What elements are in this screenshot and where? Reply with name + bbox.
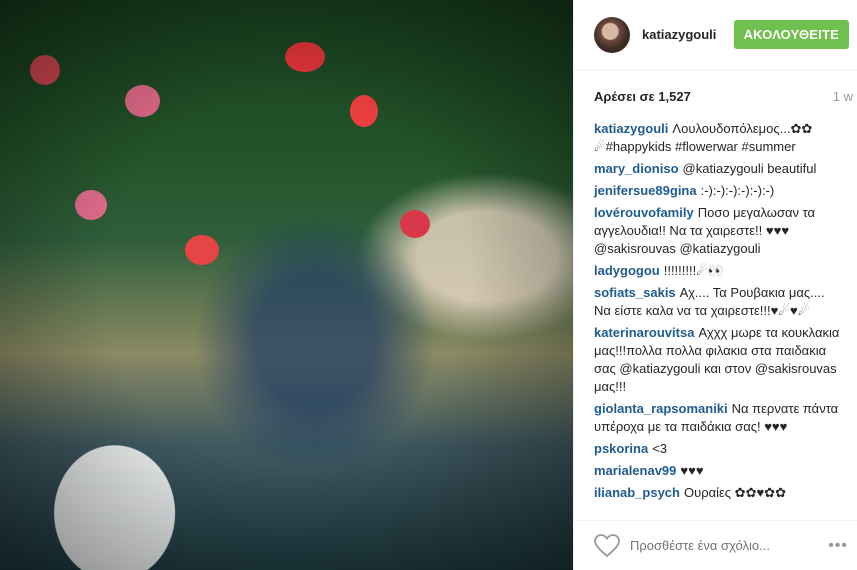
comment-item: mary_dioniso @katiazygouli beautiful [594, 160, 844, 178]
comment-text: <3 [652, 441, 668, 456]
comment-text: Ουραίες ✿✿♥✿✿ [683, 485, 786, 500]
comment-username[interactable]: mary_dioniso [594, 161, 679, 176]
comment-item: katerinarouvitsa Αχχχ μωρε τα κουκλακια μ… [594, 324, 844, 396]
comment-username[interactable]: marialenav99 [594, 463, 676, 478]
comment-username[interactable]: katiazygouli [594, 121, 668, 136]
comment-item: marialenav99 ♥♥♥ [594, 462, 844, 480]
heart-icon[interactable] [594, 533, 620, 558]
comment-text: !!!!!!!!!☄👀 [663, 263, 725, 278]
comment-username[interactable]: ladygogou [594, 263, 660, 278]
post-time[interactable]: 1 w [833, 89, 853, 104]
comment-input[interactable] [630, 538, 829, 553]
comment-item: giolanta_rapsomaniki Να περνατε πάντα υπέ… [594, 400, 844, 436]
post-header: katiazygouli ΑΚΟΛΟΥΘΕΙΤΕ [574, 0, 857, 70]
comment-item: jenifersue89gina:-):-):-):-):-):-) [594, 182, 844, 200]
comment-item: sofiats_sakis Αχ.... Τα Ρουβακια μας.... … [594, 284, 844, 320]
comment-item: ilianab_psych Ουραίες ✿✿♥✿✿ [594, 484, 844, 502]
post-sidebar: katiazygouli ΑΚΟΛΟΥΘΕΙΤΕ Αρέσει σε 1,527… [573, 0, 857, 570]
comment-footer: ••• [574, 520, 857, 570]
comment-text: ♥♥♥ [680, 463, 704, 478]
avatar[interactable] [594, 16, 630, 53]
likes-count[interactable]: Αρέσει σε 1,527 [594, 89, 833, 104]
likes-row: Αρέσει σε 1,527 1 w [574, 70, 857, 122]
comment-username[interactable]: jenifersue89gina [594, 183, 697, 198]
comment-username[interactable]: pskorina [594, 441, 648, 456]
comment-username[interactable]: lovérouvofamily [594, 205, 694, 220]
comment-username[interactable]: ilianab_psych [594, 485, 680, 500]
comment-username[interactable]: sofiats_sakis [594, 285, 676, 300]
more-options-icon[interactable]: ••• [828, 537, 848, 555]
comment-item: lovérouvofamily Ποσο μεγαλωσαν τα αγγελου… [594, 204, 844, 258]
comment-text: :-):-):-):-):-):-) [700, 183, 775, 198]
comment-item: katiazygouli Λουλουδοπόλεμος...✿✿ ☄#happy… [594, 120, 844, 156]
photo-vignette [0, 0, 573, 570]
comment-username[interactable]: giolanta_rapsomaniki [594, 401, 728, 416]
comment-text: @katiazygouli beautiful [682, 161, 817, 176]
follow-button[interactable]: ΑΚΟΛΟΥΘΕΙΤΕ [733, 20, 849, 49]
comment-item: ladygogou !!!!!!!!!☄👀 [594, 262, 844, 280]
comment-item: pskorina <3 [594, 440, 844, 458]
comment-username[interactable]: katerinarouvitsa [594, 325, 694, 340]
post-photo[interactable] [0, 0, 573, 570]
post-author-username[interactable]: katiazygouli [642, 27, 734, 42]
comments-list[interactable]: katiazygouli Λουλουδοπόλεμος...✿✿ ☄#happy… [574, 120, 857, 520]
